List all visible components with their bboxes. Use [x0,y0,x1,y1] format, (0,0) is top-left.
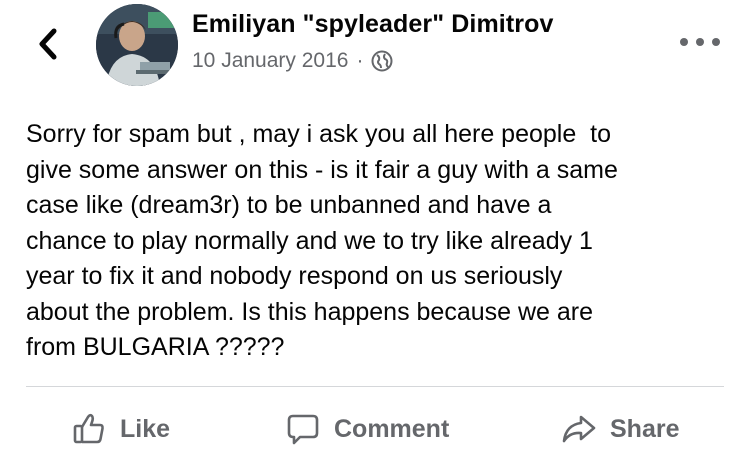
more-dot [696,38,704,46]
comment-bubble-icon [284,410,322,448]
divider [26,386,724,387]
post-text: Sorry for spam but , may i ask you all h… [26,120,618,361]
globe-icon [371,50,393,72]
meta-separator: · [356,49,364,72]
chevron-left-icon [39,28,57,60]
more-dot [712,38,720,46]
share-button[interactable]: Share [560,400,679,458]
post-date[interactable]: 10 January 2016 [192,49,348,73]
post-screen: Emiliyan "spyleader" Dimitrov 10 January… [0,0,750,465]
share-label: Share [610,414,680,443]
share-arrow-icon [560,410,598,448]
comment-button[interactable]: Comment [284,400,449,458]
post-meta: 10 January 2016 · [192,49,393,73]
action-bar: Like Comment Share [0,400,750,458]
author-name[interactable]: Emiliyan "spyleader" Dimitrov [192,10,553,39]
like-button[interactable]: Like [70,400,170,458]
avatar[interactable] [96,4,178,86]
back-button[interactable] [30,26,66,62]
more-dot [680,38,688,46]
avatar-photo [96,4,178,86]
more-options-button[interactable] [680,30,720,54]
like-label: Like [120,414,171,443]
comment-label: Comment [334,414,450,443]
thumbs-up-icon [70,410,108,448]
